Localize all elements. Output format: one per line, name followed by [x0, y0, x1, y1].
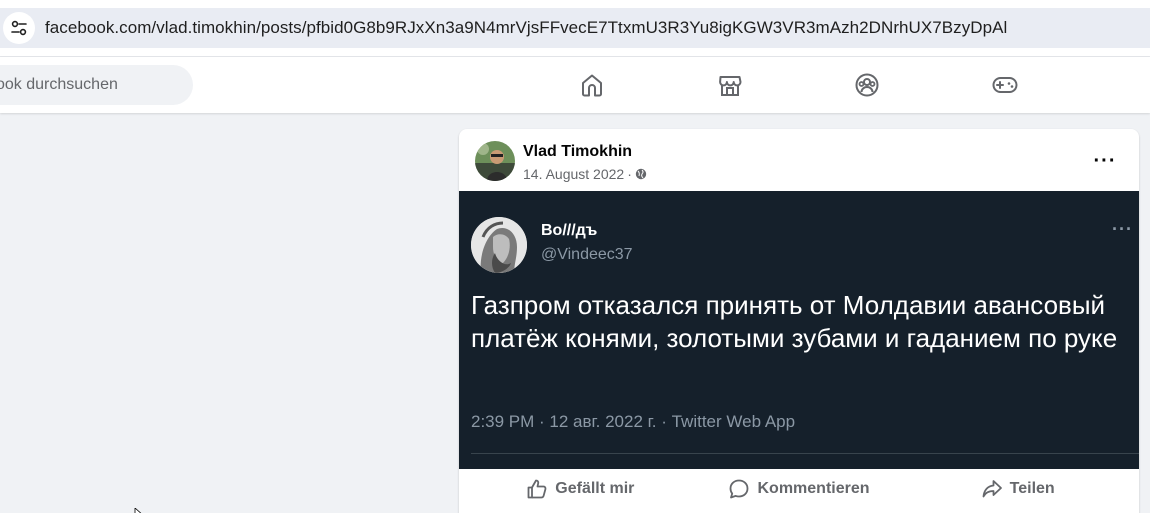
thumbs-up-icon [526, 478, 548, 500]
address-bar[interactable]: facebook.com/vlad.timokhin/posts/pfbid0G… [0, 8, 1150, 48]
comment-button[interactable]: Kommentieren [690, 470, 909, 508]
globe-icon [635, 168, 647, 180]
tweet-author-handle: @Vindeec37 [541, 246, 633, 263]
tune-icon[interactable] [3, 12, 35, 44]
browser-toolbar: facebook.com/vlad.timokhin/posts/pfbid0G… [0, 0, 1150, 57]
share-icon [981, 478, 1003, 500]
search-input[interactable]: ook durchsuchen [0, 65, 193, 105]
gamepad-icon[interactable] [991, 71, 1019, 99]
home-icon[interactable] [578, 71, 606, 99]
mouse-cursor-icon [134, 505, 144, 513]
avatar[interactable] [475, 141, 515, 181]
tweet-text: Газпром отказался принять от Молдавии ав… [471, 290, 1118, 353]
post-date[interactable]: 14. August 2022 [523, 166, 624, 182]
facebook-header: ook durchsuchen [0, 57, 1150, 113]
meta-separator: · [627, 166, 632, 182]
tweet-avatar [471, 217, 527, 273]
tweet-more-icon: ··· [1112, 219, 1133, 239]
comment-icon [728, 478, 750, 500]
tweet-meta: 2:39 PM · 12 авг. 2022 г. · Twitter Web … [471, 412, 796, 431]
like-label: Gefällt mir [555, 480, 635, 497]
post-card: Vlad Timokhin 14. August 2022 · ··· Во//… [459, 129, 1139, 513]
like-button[interactable]: Gefällt mir [471, 470, 690, 508]
tweet-author-name: Во///дъ [541, 222, 598, 239]
share-button[interactable]: Teilen [908, 470, 1127, 508]
post-actions: Gefällt mir Kommentieren Teilen [471, 470, 1127, 508]
groups-icon[interactable] [853, 71, 881, 99]
tweet-divider [471, 453, 1139, 454]
share-label: Teilen [1009, 480, 1055, 497]
store-icon[interactable] [716, 71, 744, 99]
comment-label: Kommentieren [757, 480, 870, 497]
tweet-screenshot-image[interactable]: Во///дъ @Vindeec37 ··· Газпром отказался… [459, 191, 1139, 469]
author-name[interactable]: Vlad Timokhin [523, 143, 632, 161]
url-text[interactable]: facebook.com/vlad.timokhin/posts/pfbid0G… [45, 18, 1007, 38]
post-meta: 14. August 2022 · [523, 166, 647, 182]
post-options-button[interactable]: ··· [1087, 143, 1123, 179]
